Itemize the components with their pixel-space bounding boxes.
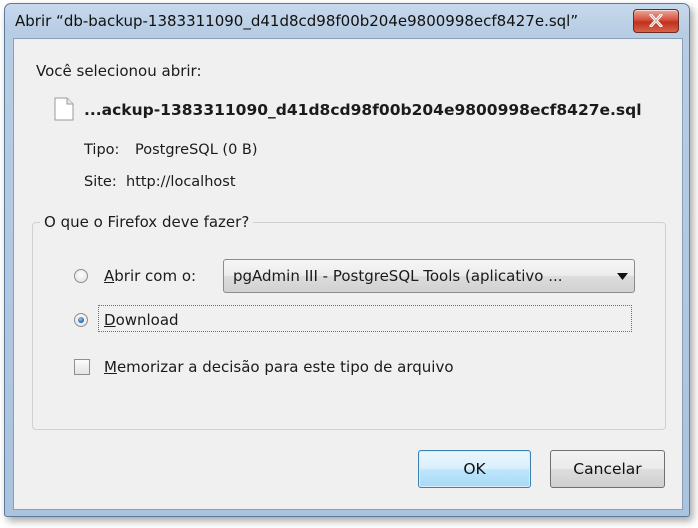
window-title: Abrir “db-backup-1383311090_d41d8cd98f00…	[15, 12, 579, 30]
dialog-body: Você selecionou abrir: ...ackup-13833110…	[13, 38, 683, 510]
download-mnemonic: D	[104, 311, 116, 329]
open-with-label[interactable]: Abrir com o:	[104, 267, 196, 285]
open-with-radio[interactable]	[74, 269, 88, 283]
title-bar[interactable]: Abrir “db-backup-1383311090_d41d8cd98f00…	[5, 4, 689, 38]
remember-mnemonic: M	[104, 358, 117, 376]
download-label[interactable]: Download	[104, 311, 179, 329]
download-radio[interactable]	[74, 313, 88, 327]
site-value: http://localhost	[126, 174, 236, 190]
close-button[interactable]	[633, 9, 679, 33]
remember-label-text: emorizar a decisão para este tipo de arq…	[116, 358, 454, 376]
action-group-legend: O que o Firefox deve fazer?	[40, 213, 254, 231]
close-icon	[649, 14, 663, 27]
download-label-text: ownload	[115, 311, 179, 329]
type-value: PostgreSQL (0 B)	[135, 142, 258, 158]
file-icon	[54, 97, 74, 121]
remember-label[interactable]: Memorizar a decisão para este tipo de ar…	[104, 358, 454, 376]
open-with-label-text: brir com o:	[114, 267, 197, 285]
dialog-window: Abrir “db-backup-1383311090_d41d8cd98f00…	[4, 3, 690, 517]
file-name: ...ackup-1383311090_d41d8cd98f00b204e980…	[84, 101, 642, 119]
prompt-text: Você selecionou abrir:	[36, 62, 202, 80]
remember-checkbox[interactable]	[74, 359, 90, 375]
ok-button[interactable]: OK	[418, 450, 531, 488]
application-select[interactable]: pgAdmin III - PostgreSQL Tools (aplicati…	[223, 259, 635, 293]
site-label: Site:	[84, 174, 117, 190]
application-select-value: pgAdmin III - PostgreSQL Tools (aplicati…	[233, 267, 563, 285]
chevron-down-icon	[617, 273, 628, 280]
open-with-mnemonic: A	[104, 267, 115, 285]
cancel-button[interactable]: Cancelar	[550, 450, 665, 488]
type-label: Tipo:	[84, 142, 120, 158]
